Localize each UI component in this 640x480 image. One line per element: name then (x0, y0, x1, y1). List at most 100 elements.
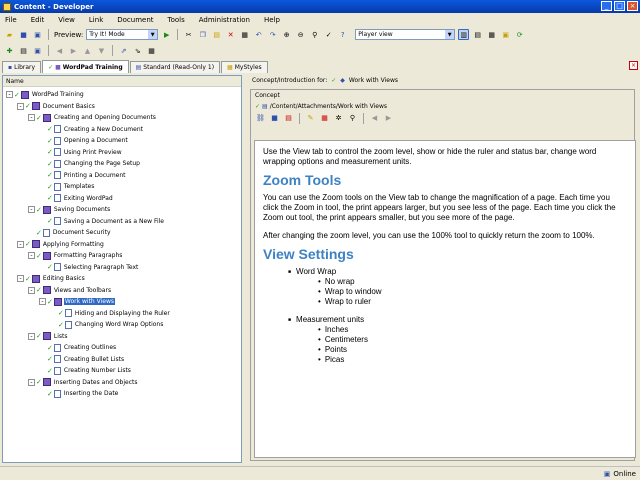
collapse-toggle-icon[interactable]: - (28, 252, 35, 260)
close-button[interactable]: × (627, 1, 638, 11)
layout-icon[interactable]: ▥ (458, 29, 470, 40)
paste-icon[interactable]: ▤ (211, 29, 222, 40)
tree-node[interactable]: ✓ Creating Bullet Lists (3, 354, 241, 366)
arrow-left-icon[interactable]: ◀ (54, 45, 65, 56)
zoom-out-icon[interactable]: ⊖ (295, 29, 306, 40)
save-icon[interactable]: ■ (269, 113, 280, 124)
tree-node[interactable]: - ✓ Editing Basics (3, 273, 241, 285)
menu-link[interactable]: Link (89, 16, 103, 24)
menu-view[interactable]: View (58, 16, 75, 24)
tree-icon[interactable]: ▦ (146, 45, 157, 56)
settings-icon[interactable]: ✲ (333, 113, 344, 124)
tree-node[interactable]: - ✓ Formatting Paragraphs (3, 250, 241, 262)
tree-node[interactable]: ✓ Inserting the Date (3, 388, 241, 400)
link-icon[interactable]: ⇗ (118, 45, 129, 56)
delete-icon[interactable]: ✕ (225, 29, 236, 40)
new-module-icon[interactable]: ✚ (4, 45, 15, 56)
new-section-icon[interactable]: ▤ (18, 45, 29, 56)
concept-path[interactable]: /Content/Attachments/Work with Views (270, 103, 387, 110)
tree-node[interactable]: - ✓ Document Basics (3, 101, 241, 113)
menu-document[interactable]: Document (117, 16, 153, 24)
tab-wordpad-training[interactable]: ✓ ■ WordPad Training (42, 60, 129, 73)
spellcheck-icon[interactable]: ✓ (323, 29, 334, 40)
collapse-toggle-icon[interactable]: - (17, 102, 24, 110)
refresh-icon[interactable]: ⟳ (514, 29, 525, 40)
close-tab-icon[interactable]: × (629, 61, 638, 70)
tree-node[interactable]: ✓ Opening a Document (3, 135, 241, 147)
book-icon (53, 297, 62, 306)
layout-split-icon[interactable]: ▤ (472, 29, 483, 40)
redo-icon[interactable]: ↷ (267, 29, 278, 40)
arrow-down-icon[interactable]: ▼ (96, 45, 107, 56)
tree-node[interactable]: ✓ Creating a New Document (3, 124, 241, 136)
save-icon[interactable]: ■ (18, 29, 29, 40)
tree-node[interactable]: ✓ Creating Outlines (3, 342, 241, 354)
cut-icon[interactable]: ✂ (183, 29, 194, 40)
back-icon[interactable]: ◀ (369, 113, 380, 124)
menu-help[interactable]: Help (264, 16, 280, 24)
tree-node[interactable]: - ✓ Creating and Opening Documents (3, 112, 241, 124)
tree-node[interactable]: - ✓ Views and Toolbars (3, 285, 241, 297)
undo-icon[interactable]: ↶ (253, 29, 264, 40)
print-icon[interactable]: ▤ (283, 113, 294, 124)
find-icon[interactable]: ⚲ (309, 29, 320, 40)
properties-icon[interactable]: ▦ (319, 113, 330, 124)
list-item: No wrap (318, 277, 627, 287)
menu-tools[interactable]: Tools (168, 16, 185, 24)
collapse-toggle-icon[interactable]: - (6, 91, 13, 99)
play-icon[interactable]: ▶ (161, 29, 172, 40)
help-icon[interactable]: ? (337, 29, 348, 40)
tree-node[interactable]: ✓ Saving a Document as a New File (3, 216, 241, 228)
package-icon[interactable]: ▣ (500, 29, 511, 40)
collapse-toggle-icon[interactable]: - (28, 332, 35, 340)
menu-file[interactable]: File (5, 16, 17, 24)
tree-node[interactable]: - ✓ Applying Formatting (3, 239, 241, 251)
tree-node[interactable]: - ✓ Inserting Dates and Objects (3, 377, 241, 389)
collapse-toggle-icon[interactable]: - (28, 114, 35, 122)
collapse-toggle-icon[interactable]: - (39, 298, 46, 306)
tree-node[interactable]: ✓ Using Print Preview (3, 147, 241, 159)
tab-library[interactable]: ▪ Library (2, 61, 42, 73)
player-view-select[interactable]: Player view ▼ (355, 29, 456, 40)
edit-icon[interactable]: ✎ (305, 113, 316, 124)
tree-node[interactable]: ✓ Exiting WordPad (3, 193, 241, 205)
collapse-toggle-icon[interactable]: - (17, 275, 24, 283)
collapse-toggle-icon[interactable]: - (28, 286, 35, 294)
tree-node[interactable]: ✓ Printing a Document (3, 170, 241, 182)
tab-standard[interactable]: ▤ Standard (Read-Only 1) (129, 61, 221, 73)
collapse-toggle-icon[interactable]: - (28, 206, 35, 214)
arrow-up-icon[interactable]: ▲ (82, 45, 93, 56)
collapse-toggle-icon[interactable]: - (28, 378, 35, 386)
collapse-toggle-icon[interactable]: - (17, 240, 24, 248)
check-icon: ✓ (47, 148, 53, 157)
link-icon[interactable]: ⛓ (255, 113, 266, 124)
unlink-icon[interactable]: ⇘ (132, 45, 143, 56)
maximize-button[interactable]: □ (614, 1, 625, 11)
forward-icon[interactable]: ▶ (383, 113, 394, 124)
open-folder-icon[interactable]: ▰ (4, 29, 15, 40)
tree-node[interactable]: ✓ Document Security (3, 227, 241, 239)
minimize-button[interactable]: _ (601, 1, 612, 11)
tree-node[interactable]: ✓ Hiding and Displaying the Ruler (3, 308, 241, 320)
menu-edit[interactable]: Edit (31, 16, 45, 24)
tree-node[interactable]: ✓ Templates (3, 181, 241, 193)
tree-node[interactable]: ✓ Selecting Paragraph Text (3, 262, 241, 274)
tree-node[interactable]: - ✓ WordPad Training (3, 89, 241, 101)
preview-mode-select[interactable]: Try It! Mode ▼ (86, 29, 159, 40)
menu-administration[interactable]: Administration (199, 16, 250, 24)
tree-node[interactable]: ✓ Creating Number Lists (3, 365, 241, 377)
zoom-in-icon[interactable]: ⊕ (281, 29, 292, 40)
tree-node[interactable]: ✓ Changing Word Wrap Options (3, 319, 241, 331)
copy-icon[interactable]: ❐ (197, 29, 208, 40)
preview-icon[interactable]: ⚲ (347, 113, 358, 124)
save-all-icon[interactable]: ▣ (32, 29, 43, 40)
tree-node[interactable]: - ✓ Lists (3, 331, 241, 343)
properties-icon[interactable]: ▦ (239, 29, 250, 40)
new-topic-icon[interactable]: ▣ (32, 45, 43, 56)
tree-node[interactable]: - ✓ Work with Views (3, 296, 241, 308)
tree-node[interactable]: - ✓ Saving Documents (3, 204, 241, 216)
layout-full-icon[interactable]: ▦ (486, 29, 497, 40)
tree-node[interactable]: ✓ Changing the Page Setup (3, 158, 241, 170)
arrow-right-icon[interactable]: ▶ (68, 45, 79, 56)
tab-mystyles[interactable]: ▦ MyStyles (221, 61, 268, 73)
